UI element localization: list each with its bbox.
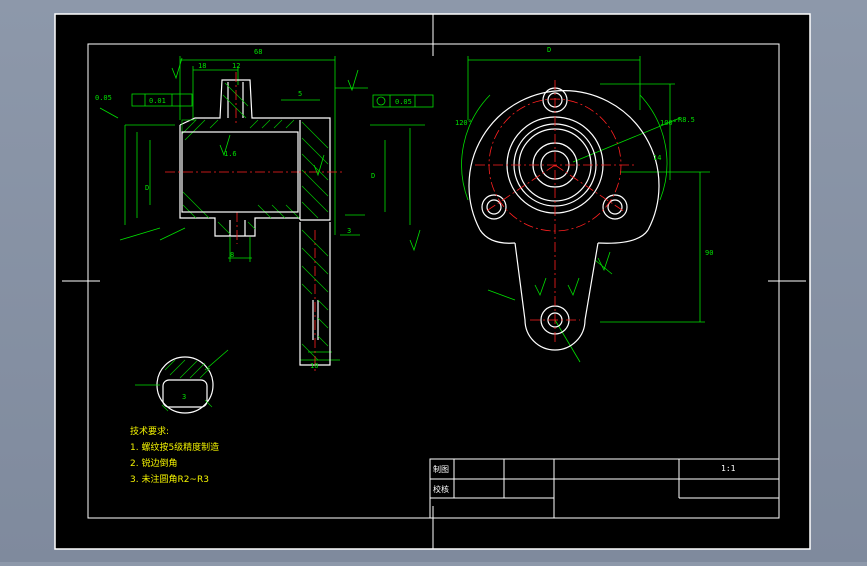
dim-d-left: D [145, 184, 149, 192]
dim-18: 18 [198, 62, 206, 70]
tech-note-3: 3. 未注圆角R2~R3 [130, 475, 209, 485]
dim-90: 90 [705, 249, 713, 257]
scale-value: 1:1 [721, 464, 736, 473]
title-row2-label: 校核 [433, 484, 449, 494]
dim-8: 8 [230, 251, 234, 259]
dim-r85: R8.5 [678, 116, 695, 124]
dim-100: 100° [660, 119, 677, 127]
title-row1-label: 制图 [433, 464, 449, 474]
tol-left-value: 0.01 [149, 97, 166, 105]
tech-notes-title: 技术要求: [130, 427, 170, 437]
section-dim: 3 [182, 393, 186, 401]
dim-5: 5 [298, 90, 302, 98]
dim-d: D [371, 172, 375, 180]
tol-right-value: 0.05 [395, 98, 412, 106]
dim-overall-width: 68 [254, 48, 262, 56]
dim-pcd: D [547, 46, 551, 54]
dim-12: 12 [232, 62, 240, 70]
tech-note-2: 2. 锐边倒角 [130, 459, 178, 469]
dim-120: 120° [455, 119, 472, 127]
dim-3: 3 [347, 227, 351, 235]
dim-14: 14 [653, 154, 661, 162]
technical-requirements: 技术要求: 1. 螺纹按5级精度制造 2. 锐边倒角 3. 未注圆角R2~R3 [130, 424, 219, 488]
tech-note-1: 1. 螺纹按5级精度制造 [130, 443, 220, 453]
tol-left-label: 0.05 [95, 94, 112, 102]
cad-viewport[interactable]: 68 18 12 0.01 0.05 0.05 5 1.6 8 10 3 D D [0, 0, 867, 562]
roughness-label: 1.6 [224, 150, 237, 158]
dim-10: 10 [310, 362, 318, 370]
